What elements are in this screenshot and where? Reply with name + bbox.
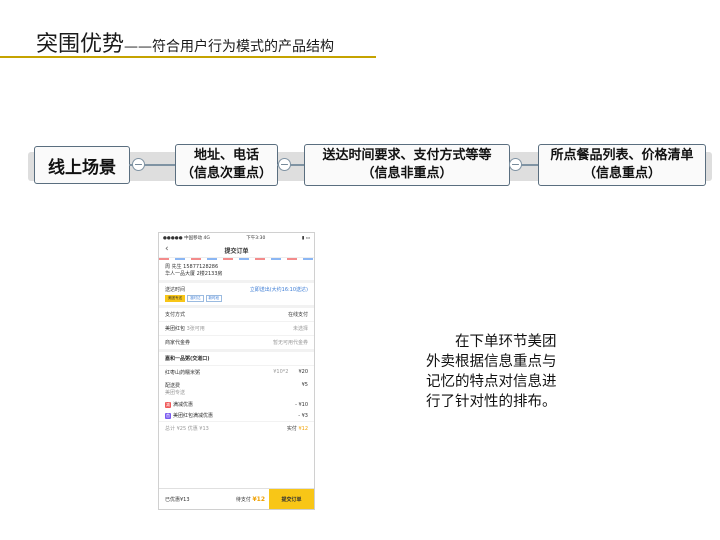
submit-order-button[interactable]: 提交订单 bbox=[269, 489, 314, 509]
title-main: 突围优势 bbox=[36, 32, 125, 57]
shop-name: 嘉和一品粥(交道口) bbox=[159, 352, 314, 366]
flow-step-3-line1: 所点餐品列表、价格清单 bbox=[550, 148, 694, 163]
delivery-label: 送达时间 bbox=[165, 287, 186, 293]
redpacket-value: 未选择 bbox=[292, 326, 308, 332]
delivery-tag: 准时达 bbox=[187, 295, 204, 302]
address-text: 华人一品大厦 2楼2133房 bbox=[165, 271, 223, 277]
payment-row[interactable]: 支付方式 在线支付 bbox=[159, 308, 314, 322]
flow-step-1-line2: （信息次重点） bbox=[180, 166, 272, 181]
title-underline bbox=[0, 56, 376, 58]
saved-text: 已优惠¥13 bbox=[165, 496, 190, 503]
flow-step-3: 所点餐品列表、价格清单 （信息重点） bbox=[538, 144, 706, 186]
totals-pay: ¥12 bbox=[298, 426, 308, 432]
item-qty: ¥10*2 bbox=[273, 369, 289, 375]
fee-label: 配送费 bbox=[165, 383, 181, 389]
contact-text: 周 先生 15877128286 bbox=[165, 264, 219, 270]
voucher-value: 暂无可用代金券 bbox=[272, 340, 308, 346]
flow-step-2-line2: （信息非重点） bbox=[361, 166, 453, 181]
collapse-node-icon: − bbox=[132, 158, 145, 171]
order-item: 红枣山药糯米粥 ¥10*2 ¥20 bbox=[159, 366, 314, 379]
item-price: ¥20 bbox=[298, 369, 308, 375]
flow-step-3-line2: （信息重点） bbox=[582, 166, 661, 181]
title-separator: —— bbox=[124, 39, 153, 55]
fee-sub: 美团专送 bbox=[165, 390, 186, 396]
address-section[interactable]: 周 先生 15877128286 华人一品大厦 2楼2133房 bbox=[159, 260, 314, 283]
flow-start-box: 线上场景 bbox=[34, 146, 130, 184]
totals-row: 总计 ¥25 优惠 ¥13 实付 ¥12 bbox=[159, 421, 314, 435]
payment-label: 支付方式 bbox=[165, 312, 186, 318]
totals-text: 总计 ¥25 优惠 ¥13 bbox=[165, 426, 209, 432]
slide-title: 突围优势——符合用户行为模式的产品结构 bbox=[36, 26, 334, 58]
carrier-text: ●●●●● 中国移动 4G bbox=[163, 236, 210, 241]
fee-value: ¥5 bbox=[301, 382, 308, 388]
voucher-label: 商家代金券 bbox=[165, 340, 191, 346]
nav-title: 提交订单 bbox=[224, 248, 249, 255]
nav-bar: ‹ 提交订单 bbox=[159, 243, 314, 258]
description-line: 在下单环节美团 bbox=[426, 334, 557, 350]
delivery-tag: 美团专送 bbox=[165, 295, 185, 302]
discount-value: - ¥10 bbox=[295, 401, 308, 408]
delivery-value: 立即送出(大约16:10送达) bbox=[249, 287, 308, 293]
flow-step-2: 送达时间要求、支付方式等等 （信息非重点） bbox=[304, 144, 510, 186]
discount-label: 满减优惠 bbox=[173, 402, 194, 408]
status-time: 下午3:30 bbox=[246, 236, 266, 241]
order-screenshot: ●●●●● 中国移动 4G 下午3:30 ▮ ▭ ‹ 提交订单 周 先生 158… bbox=[158, 232, 315, 510]
payment-value: 在线支付 bbox=[287, 312, 308, 318]
flow-step-1-line1: 地址、电话 bbox=[193, 148, 259, 163]
battery-icon: ▮ ▭ bbox=[301, 235, 310, 241]
description-line: 行了针对性的排布。 bbox=[426, 394, 557, 410]
status-bar: ●●●●● 中国移动 4G 下午3:30 ▮ ▭ bbox=[159, 233, 314, 243]
item-name: 红枣山药糯米粥 bbox=[165, 370, 201, 376]
redpacket-label: 美团红包 bbox=[165, 326, 186, 332]
discount-label: 美团红包满减优惠 bbox=[173, 413, 214, 419]
delivery-tags: 美团专送 准时达 新时段 bbox=[165, 295, 308, 302]
redpacket-hint: 3张可用 bbox=[186, 326, 205, 332]
discount-value: - ¥3 bbox=[298, 412, 308, 419]
delivery-tag: 新时段 bbox=[205, 295, 222, 302]
due-label: 待支付 bbox=[235, 496, 251, 503]
checkout-bar: 已优惠¥13 待支付 ¥12 提交订单 bbox=[159, 488, 314, 509]
title-subtitle: 符合用户行为模式的产品结构 bbox=[152, 39, 335, 55]
description-line: 外卖根据信息重点与 bbox=[426, 354, 557, 370]
collapse-node-icon: − bbox=[278, 158, 291, 171]
delivery-fee: 配送费 美团专送 ¥5 bbox=[159, 379, 314, 399]
collapse-node-icon: − bbox=[509, 158, 522, 171]
voucher-row[interactable]: 商家代金券 暂无可用代金券 bbox=[159, 336, 314, 352]
info-flow-diagram: 线上场景 − 地址、电话 （信息次重点） − 送达时间要求、支付方式等等 （信息非重… bbox=[28, 140, 712, 192]
delivery-time-section[interactable]: 送达时间 立即送出(大约16:10送达) 美团专送 准时达 新时段 bbox=[159, 283, 314, 308]
discount-row: 减 满减优惠 - ¥10 bbox=[159, 399, 314, 410]
redpacket-row[interactable]: 美团红包 3张可用 未选择 bbox=[159, 322, 314, 336]
discount-icon: 减 bbox=[165, 401, 171, 408]
flow-step-1: 地址、电话 （信息次重点） bbox=[175, 144, 278, 186]
description-text: 在下单环节美团 外卖根据信息重点与 记忆的特点对信息进 行了针对性的排布。 bbox=[426, 332, 590, 412]
due-value: ¥12 bbox=[252, 495, 265, 503]
discount-row: 首 美团红包满减优惠 - ¥3 bbox=[159, 410, 314, 421]
flow-start-label: 线上场景 bbox=[48, 157, 116, 178]
first-order-icon: 首 bbox=[165, 412, 171, 419]
flow-step-2-line1: 送达时间要求、支付方式等等 bbox=[322, 148, 492, 163]
description-line: 记忆的特点对信息进 bbox=[426, 374, 557, 390]
totals-pay-label: 实付 bbox=[286, 426, 297, 432]
